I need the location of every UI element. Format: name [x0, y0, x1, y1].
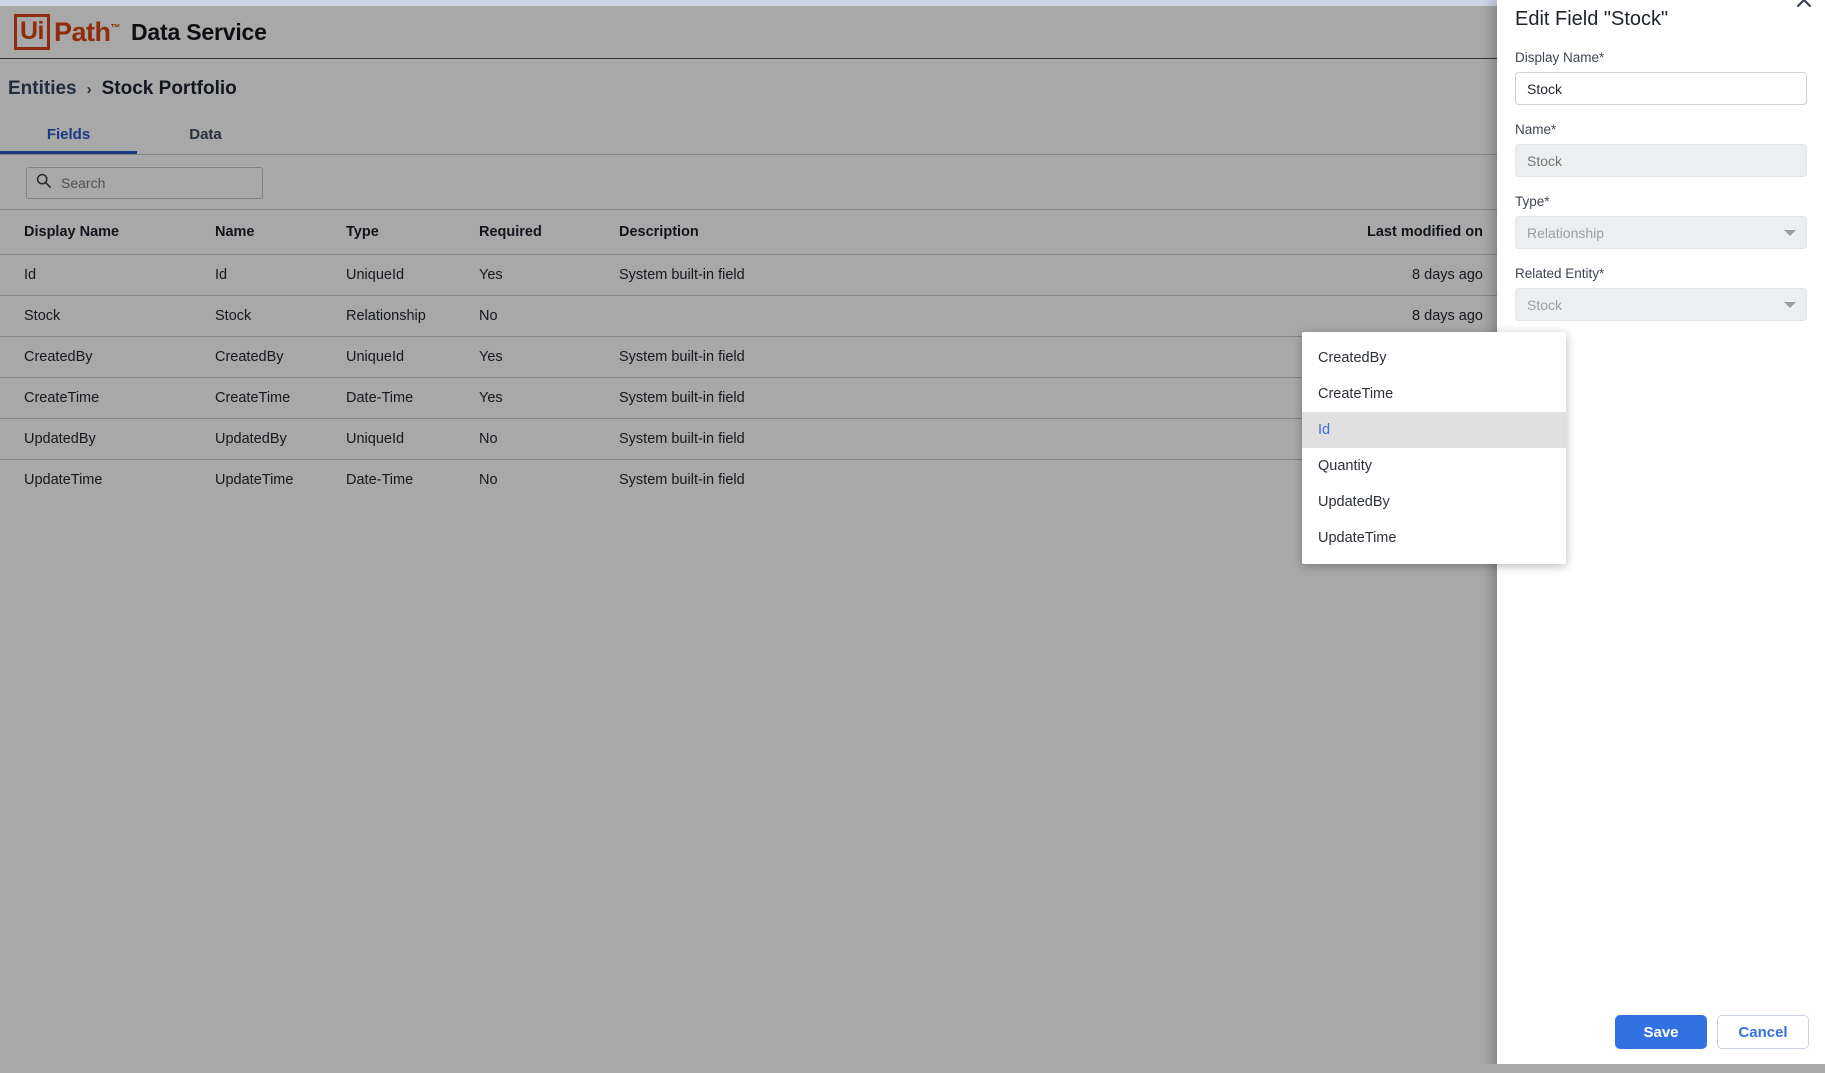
cell-required: No	[479, 308, 498, 324]
cell-type: Date-Time	[346, 472, 414, 488]
cell-type: Date-Time	[346, 390, 414, 406]
cell-display-name: UpdateTime	[24, 472, 103, 488]
table-row[interactable]: CreatedBy CreatedBy UniqueId Yes System buil…	[0, 336, 1497, 377]
toolbar	[0, 156, 1497, 209]
display-name-input[interactable]	[1515, 72, 1807, 105]
related-entity-select[interactable]: Stock	[1515, 288, 1807, 321]
save-button[interactable]: Save	[1615, 1015, 1707, 1049]
logo-ui-mark: Ui	[14, 14, 50, 50]
column-header-name[interactable]: Name	[215, 224, 346, 240]
chevron-down-icon	[1784, 302, 1796, 308]
search-icon	[36, 173, 51, 193]
cell-description: System built-in field	[619, 390, 745, 406]
search-input[interactable]	[59, 174, 253, 192]
related-entity-select-value: Stock	[1527, 296, 1563, 313]
edit-field-form: Display Name* Name* Type* Relationship R…	[1515, 50, 1807, 338]
trademark-icon: ™	[110, 22, 121, 34]
chevron-down-icon	[1784, 230, 1796, 236]
application-root: Ui Path™ Data Service Entities › Stock P…	[0, 0, 1825, 1073]
cell-description: System built-in field	[619, 267, 745, 283]
breadcrumb-separator-icon: ›	[86, 80, 92, 98]
tab-data[interactable]: Data	[137, 116, 274, 154]
product-title: Data Service	[131, 18, 267, 45]
cell-display-name: Stock	[24, 308, 61, 324]
cell-type: UniqueId	[346, 431, 405, 447]
column-header-description[interactable]: Description	[619, 224, 1168, 240]
label-name: Name*	[1515, 122, 1557, 137]
cell-required: Yes	[479, 267, 503, 283]
table-row[interactable]: CreateTime CreateTime Date-Time Yes System b…	[0, 377, 1497, 418]
fields-table: Display Name Name Type Required Descript…	[0, 209, 1497, 500]
table-row[interactable]: Id Id UniqueId Yes System built-in field 8 da…	[0, 254, 1497, 295]
field-group-related-entity: Related Entity* Stock	[1515, 266, 1807, 321]
cell-display-name: CreatedBy	[24, 349, 93, 365]
cell-name: Id	[215, 267, 228, 283]
top-accent-strip	[0, 0, 1497, 6]
drawer-footer: Save Cancel	[1497, 1003, 1825, 1061]
breadcrumb: Entities › Stock Portfolio	[8, 78, 237, 100]
drawer-title: Edit Field "Stock"	[1515, 8, 1669, 30]
cell-description: System built-in field	[619, 431, 745, 447]
column-header-required[interactable]: Required	[479, 224, 619, 240]
cell-type: UniqueId	[346, 349, 405, 365]
field-group-type: Type* Relationship	[1515, 194, 1807, 249]
field-group-display-name: Display Name*	[1515, 50, 1807, 105]
table-row[interactable]: UpdatedBy UpdatedBy UniqueId No System built…	[0, 418, 1497, 459]
table-body: Id Id UniqueId Yes System built-in field 8 da…	[0, 254, 1497, 500]
cell-name: CreatedBy	[215, 349, 284, 365]
cell-description: System built-in field	[619, 349, 745, 365]
close-icon[interactable]	[1793, 0, 1815, 16]
dropdown-option[interactable]: Id	[1302, 412, 1566, 448]
cell-type: UniqueId	[346, 267, 405, 283]
label-related-entity: Related Entity*	[1515, 266, 1605, 281]
logo-path-text: Path™	[54, 16, 121, 47]
cell-required: No	[479, 431, 498, 447]
table-row[interactable]: Stock Stock Relationship No 8 days ago	[0, 295, 1497, 336]
cell-description: System built-in field	[619, 472, 745, 488]
table-row[interactable]: UpdateTime UpdateTime Date-Time No System bu…	[0, 459, 1497, 500]
label-type: Type*	[1515, 194, 1550, 209]
cell-last-modified: 8 days ago	[1412, 267, 1483, 283]
cell-required: Yes	[479, 349, 503, 365]
dropdown-option[interactable]: CreatedBy	[1302, 340, 1566, 376]
cell-name: CreateTime	[215, 390, 291, 406]
column-header-last-modified[interactable]: Last modified on	[1168, 224, 1497, 240]
search-box[interactable]	[26, 167, 263, 199]
breadcrumb-item-current: Stock Portfolio	[101, 78, 237, 99]
dropdown-option[interactable]: CreateTime	[1302, 376, 1566, 412]
cell-required: No	[479, 472, 498, 488]
column-header-type[interactable]: Type	[346, 224, 479, 240]
field-group-name: Name*	[1515, 122, 1807, 177]
cell-name: Stock	[215, 308, 252, 324]
label-display-name: Display Name*	[1515, 50, 1605, 65]
cell-type: Relationship	[346, 308, 426, 324]
cell-display-name: UpdatedBy	[24, 431, 96, 447]
name-input	[1515, 144, 1807, 177]
cancel-button[interactable]: Cancel	[1717, 1015, 1809, 1049]
app-header: Ui Path™ Data Service	[0, 6, 1497, 59]
type-select-value: Relationship	[1527, 224, 1605, 241]
tab-fields[interactable]: Fields	[0, 116, 137, 154]
cell-required: Yes	[479, 390, 503, 406]
cell-display-name: Id	[24, 267, 37, 283]
uipath-logo[interactable]: Ui Path™ Data Service	[14, 14, 267, 50]
dropdown-option[interactable]: UpdateTime	[1302, 520, 1566, 556]
dropdown-option[interactable]: UpdatedBy	[1302, 484, 1566, 520]
window-bottom-bar	[0, 1064, 1825, 1073]
column-header-display-name[interactable]: Display Name	[0, 224, 215, 240]
cell-display-name: CreateTime	[24, 390, 100, 406]
breadcrumb-item-entities[interactable]: Entities	[8, 78, 77, 100]
dropdown-option[interactable]: Quantity	[1302, 448, 1566, 484]
cell-last-modified: 8 days ago	[1412, 308, 1483, 324]
cell-name: UpdateTime	[215, 472, 294, 488]
type-select[interactable]: Relationship	[1515, 216, 1807, 249]
table-header-row: Display Name Name Type Required Descript…	[0, 209, 1497, 254]
related-entity-dropdown: CreatedBy CreateTime Id Quantity UpdatedBy Up…	[1302, 332, 1566, 564]
cell-name: UpdatedBy	[215, 431, 287, 447]
tab-bar: Fields Data	[0, 116, 1497, 155]
